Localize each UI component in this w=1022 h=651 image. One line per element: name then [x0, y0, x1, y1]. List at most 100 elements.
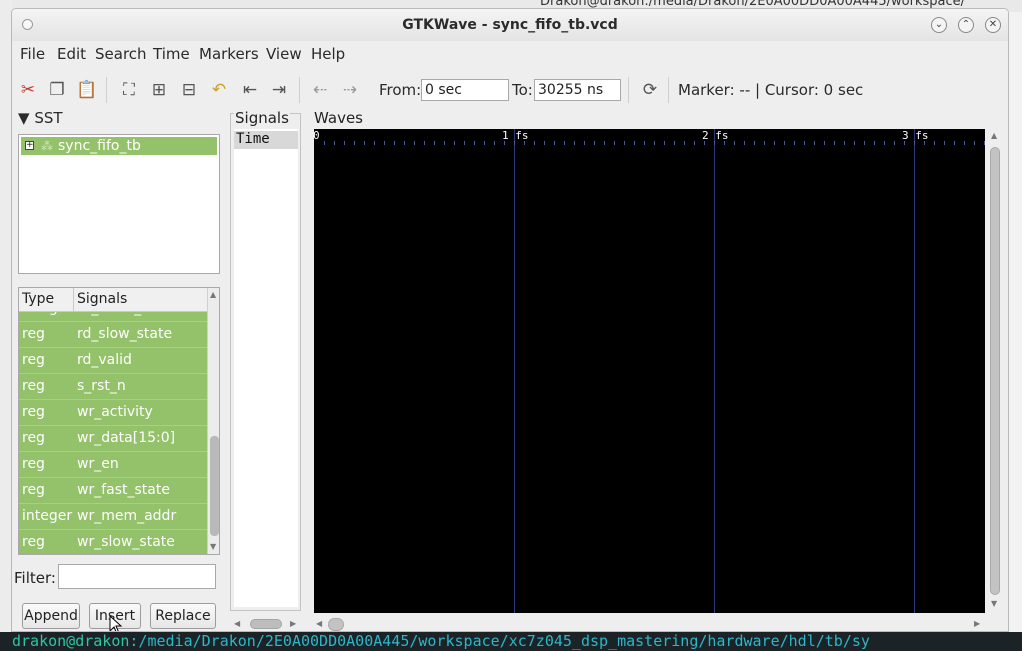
collapse-triangle-icon[interactable]: ▼: [18, 109, 30, 127]
ruler-minor-tick: [424, 141, 425, 145]
to-input[interactable]: [534, 79, 621, 101]
scrollbar-thumb[interactable]: [990, 147, 1000, 595]
menu-search[interactable]: Search: [95, 45, 147, 63]
menu-bar: File Edit Search Time Markers View Help: [12, 43, 1008, 67]
table-row[interactable]: reg rd_slow_state: [19, 322, 207, 348]
ruler-minor-tick: [564, 141, 565, 145]
title-bar[interactable]: GTKWave - sync_fifo_tb.vcd ⌄ ⌃ ✕: [12, 9, 1008, 41]
signals-pane-list[interactable]: Time: [234, 129, 298, 607]
ruler-minor-tick: [644, 141, 645, 145]
ruler-minor-tick: [334, 141, 335, 145]
ruler-minor-tick: [594, 141, 595, 145]
signals-pane-hscrollbar[interactable]: ◀ ▶: [234, 617, 298, 631]
waveform-canvas[interactable]: 0 1 fs 2 fs 3 fs: [313, 129, 985, 613]
scroll-up-icon[interactable]: ▲: [991, 131, 997, 140]
ruler-minor-tick: [804, 141, 805, 145]
ruler-minor-tick: [604, 141, 605, 145]
row-signal: wr_mem_addr: [77, 508, 177, 524]
zoom-out-icon[interactable]: ⊟: [178, 79, 200, 101]
scroll-left-icon[interactable]: ◀: [234, 619, 240, 628]
ruler-minor-tick: [934, 141, 935, 145]
scroll-up-icon[interactable]: ▲: [210, 290, 216, 299]
terminal-path: :/media/Drakon/2E0A00DD0A00A445/workspac…: [129, 632, 870, 650]
paste-icon[interactable]: 📋: [76, 79, 98, 101]
ruler-minor-tick: [584, 141, 585, 145]
scroll-down-icon[interactable]: ▼: [991, 599, 997, 608]
scroll-down-icon[interactable]: ▼: [210, 542, 216, 551]
row-type: reg: [22, 378, 45, 394]
menu-view[interactable]: View: [266, 45, 302, 63]
scroll-left-icon[interactable]: ◀: [316, 619, 322, 628]
signals-column-header[interactable]: Signals: [77, 291, 127, 307]
menu-markers[interactable]: Markers: [199, 45, 259, 63]
scrollbar-thumb[interactable]: [210, 436, 219, 536]
copy-icon[interactable]: ❐: [46, 79, 68, 101]
ruler-minor-tick: [694, 141, 695, 145]
signal-list-scrollbar[interactable]: ▲ ▼: [207, 288, 219, 554]
table-row[interactable]: reg wr_slow_state: [19, 530, 207, 554]
gtkwave-window: GTKWave - sync_fifo_tb.vcd ⌄ ⌃ ✕ File Ed…: [11, 8, 1009, 632]
sst-header[interactable]: ▼ SST: [18, 109, 63, 127]
time-signal-row[interactable]: Time: [234, 131, 298, 149]
close-icon[interactable]: ✕: [985, 17, 1001, 33]
append-button[interactable]: Append: [22, 603, 80, 629]
ruler-minor-tick: [524, 141, 525, 145]
toolbar-separator: [106, 77, 107, 103]
waves-vscrollbar[interactable]: ▲ ▼: [988, 129, 1002, 613]
replace-button[interactable]: Replace: [150, 603, 216, 629]
ruler-minor-tick: [674, 141, 675, 145]
table-row[interactable]: integer wr_mem_addr: [19, 504, 207, 530]
menu-file[interactable]: File: [20, 45, 45, 63]
ruler-minor-tick: [554, 141, 555, 145]
scroll-right-icon[interactable]: ▶: [290, 619, 296, 628]
tree-item-sync-fifo-tb[interactable]: + ⁂ sync_fifo_tb: [21, 137, 217, 155]
table-row[interactable]: reg wr_data[15:0]: [19, 426, 207, 452]
ruler-minor-tick: [344, 141, 345, 145]
scrollbar-thumb[interactable]: [328, 618, 344, 631]
table-row[interactable]: reg rd_valid: [19, 348, 207, 374]
menu-time[interactable]: Time: [153, 45, 190, 63]
tick-label: 0: [313, 129, 320, 142]
ruler-minor-tick: [544, 141, 545, 145]
ruler-minor-tick: [724, 141, 725, 145]
ruler-minor-tick: [704, 141, 705, 145]
menu-help[interactable]: Help: [311, 45, 345, 63]
table-row[interactable]: reg wr_fast_state: [19, 478, 207, 504]
background-terminal-line: drakon@drakon:/media/Drakon/2E0A00DD0A00…: [0, 632, 1022, 651]
undo-zoom-icon[interactable]: ↶: [208, 79, 230, 101]
waves-hscrollbar[interactable]: ◀ ▶: [314, 617, 985, 631]
table-row[interactable]: reg wr_activity: [19, 400, 207, 426]
ruler-minor-tick: [774, 141, 775, 145]
row-type: reg: [22, 482, 45, 498]
to-label: To:: [512, 81, 533, 99]
prev-edge-icon[interactable]: ⇠: [309, 79, 331, 101]
window-title: GTKWave - sync_fifo_tb.vcd: [402, 17, 618, 33]
table-row[interactable]: reg s_rst_n: [19, 374, 207, 400]
row-signal: wr_activity: [77, 404, 153, 420]
next-edge-icon[interactable]: ⇢: [339, 79, 361, 101]
menu-edit[interactable]: Edit: [57, 45, 86, 63]
row-signal: rd_mem_addr: [77, 312, 173, 316]
zoom-fit-icon[interactable]: ⛶: [118, 79, 140, 101]
table-row[interactable]: integer rd_mem_addr: [19, 312, 207, 322]
from-input[interactable]: [421, 79, 509, 101]
scroll-right-icon[interactable]: ▶: [974, 619, 980, 628]
ruler-minor-tick: [514, 141, 515, 145]
type-column-header[interactable]: Type: [22, 291, 54, 307]
last-icon[interactable]: ⇥: [268, 79, 290, 101]
ruler-minor-tick: [324, 141, 325, 145]
zoom-in-icon[interactable]: ⊞: [148, 79, 170, 101]
scrollbar-thumb[interactable]: [250, 619, 282, 629]
ruler-minor-tick: [484, 141, 485, 145]
expand-plus-icon[interactable]: +: [25, 141, 34, 150]
row-type: integer: [22, 508, 73, 524]
first-icon[interactable]: ⇤: [239, 79, 261, 101]
ruler-minor-tick: [684, 141, 685, 145]
reload-icon[interactable]: ⟳: [639, 79, 661, 101]
filter-input[interactable]: [58, 564, 216, 589]
minimize-icon[interactable]: ⌄: [931, 17, 947, 33]
table-row[interactable]: reg wr_en: [19, 452, 207, 478]
signal-list-table: Type Signals integer rd_mem_addr reg rd_sl…: [18, 287, 220, 555]
scissors-icon[interactable]: ✂: [17, 79, 39, 101]
maximize-icon[interactable]: ⌃: [958, 17, 974, 33]
